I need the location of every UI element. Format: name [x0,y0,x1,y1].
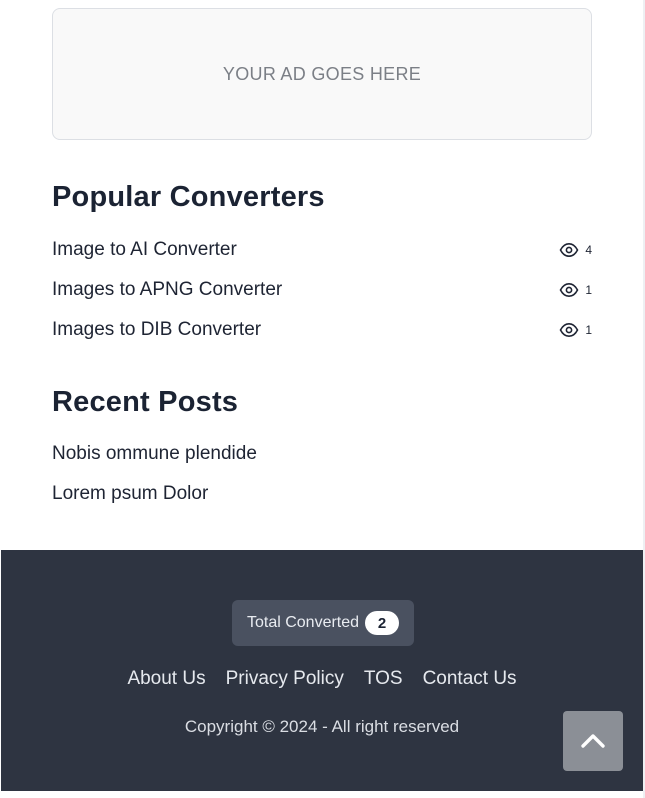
converter-item[interactable]: Image to AI Converter 4 [52,237,592,263]
total-converted-badge: Total Converted 2 [232,600,414,646]
eye-icon [559,322,579,338]
main-content: YOUR AD GOES HERE Popular Converters Ima… [0,0,643,550]
total-converted-count: 2 [365,611,400,635]
views-count: 1 [585,323,592,337]
converter-item[interactable]: Images to APNG Converter 1 [52,277,592,303]
recent-posts-title: Recent Posts [52,386,239,418]
view-count: 1 [559,282,592,298]
view-count: 4 [559,242,592,258]
chevron-up-icon [581,734,605,748]
footer-link-privacy[interactable]: Privacy Policy [226,668,344,690]
views-count: 1 [585,283,592,297]
site-footer: Total Converted 2 About Us Privacy Polic… [1,550,643,791]
popular-converters-title: Popular Converters [52,181,325,213]
eye-icon [559,242,579,258]
ad-placeholder[interactable]: YOUR AD GOES HERE [52,8,592,140]
footer-link-about[interactable]: About Us [127,668,205,690]
converter-link[interactable]: Images to DIB Converter [52,319,261,341]
copyright-text: Copyright © 2024 - All right reserved [184,717,460,736]
converter-link[interactable]: Image to AI Converter [52,239,237,261]
footer-link-tos[interactable]: TOS [364,668,403,690]
eye-icon [559,282,579,298]
view-count: 1 [559,322,592,338]
footer-nav: About Us Privacy Policy TOS Contact Us [1,668,643,690]
scroll-to-top-button[interactable] [563,711,623,771]
recent-post-link[interactable]: Lorem psum Dolor [52,483,208,505]
converter-link[interactable]: Images to APNG Converter [52,279,282,301]
recent-post-link[interactable]: Nobis ommune plendide [52,443,257,465]
total-converted-label: Total Converted [246,614,360,631]
converter-item[interactable]: Images to DIB Converter 1 [52,317,592,343]
views-count: 4 [585,243,592,257]
footer-link-contact[interactable]: Contact Us [423,668,517,690]
ad-text: YOUR AD GOES HERE [222,63,422,84]
